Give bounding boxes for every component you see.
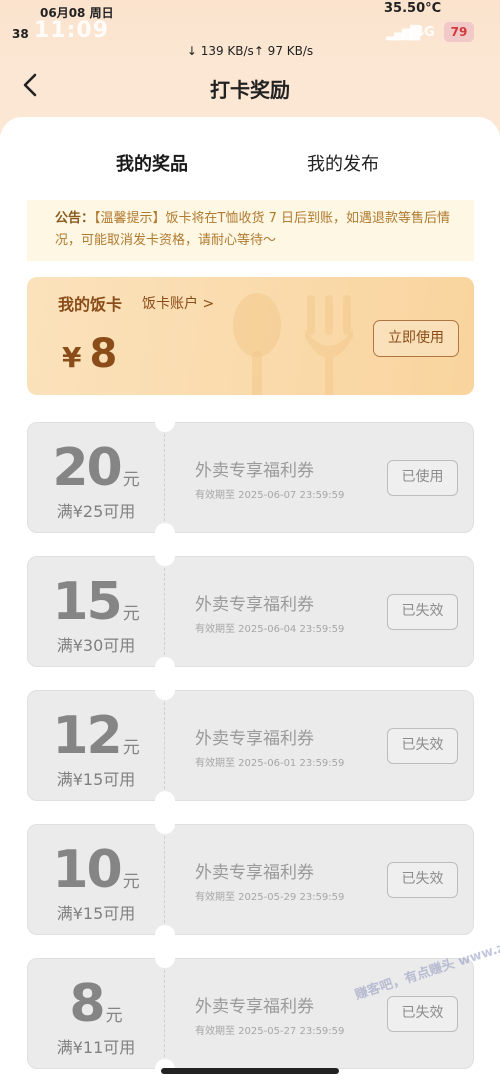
coupon-card: 15 元 满¥30可用 外卖专享福利券 有效期至 2025-06-04 23:59… bbox=[27, 546, 474, 677]
status-network: 4G bbox=[415, 25, 435, 40]
coupon-notch bbox=[155, 791, 175, 811]
coupon-unit: 元 bbox=[122, 738, 140, 758]
coupon-condition: 满¥15可用 bbox=[56, 904, 136, 923]
coupon-value: 12 bbox=[52, 706, 122, 766]
coupon-unit: 元 bbox=[122, 470, 140, 490]
coupon-notch bbox=[155, 523, 175, 543]
use-now-button[interactable]: 立即使用 bbox=[373, 320, 459, 357]
coupon-unit: 元 bbox=[122, 604, 140, 624]
coupon-notch bbox=[155, 925, 175, 945]
notice-text: 【温馨提示】饭卡将在T恤收货 7 日后到账，如遇退款等售后情况，可能取消发卡资格… bbox=[55, 211, 450, 248]
coupon-name: 外卖专享福利券 bbox=[195, 595, 314, 615]
home-indicator[interactable] bbox=[161, 1068, 339, 1074]
coupon-unit: 元 bbox=[105, 1006, 123, 1026]
coupon-notch bbox=[155, 948, 175, 968]
tab-my-publish[interactable]: 我的发布 bbox=[307, 150, 379, 176]
coupon-value: 8 bbox=[69, 974, 105, 1034]
coupon-value: 20 bbox=[52, 438, 122, 498]
status-time: 11:09 bbox=[34, 18, 110, 43]
coupon-expiry: 有效期至 2025-05-29 23:59:59 bbox=[195, 892, 345, 903]
coupon-name: 外卖专享福利券 bbox=[195, 863, 314, 883]
coupon-expiry: 有效期至 2025-06-07 23:59:59 bbox=[195, 490, 345, 501]
coupon-notch bbox=[155, 546, 175, 566]
status-temperature: 35.50°C bbox=[384, 1, 442, 16]
coupon-value: 10 bbox=[52, 840, 122, 900]
coupon-card: 12 元 满¥15可用 外卖专享福利券 有效期至 2025-06-01 23:59… bbox=[27, 680, 474, 811]
meal-card-title: 我的饭卡 bbox=[58, 295, 123, 314]
coupon-status-button[interactable]: 已使用 bbox=[387, 460, 458, 496]
meal-card: 我的饭卡 饭卡账户 > ¥8 立即使用 bbox=[27, 277, 474, 395]
coupon-condition: 满¥30可用 bbox=[56, 636, 136, 655]
coupon-expiry: 有效期至 2025-06-01 23:59:59 bbox=[195, 758, 345, 769]
coupon-card: 20 元 满¥25可用 外卖专享福利券 有效期至 2025-06-07 23:59… bbox=[27, 412, 474, 543]
coupon-condition: 满¥15可用 bbox=[56, 770, 136, 789]
coupon-status-button[interactable]: 已失效 bbox=[387, 862, 458, 898]
coupon-name: 外卖专享福利券 bbox=[195, 729, 314, 749]
coupon-expiry: 有效期至 2025-06-04 23:59:59 bbox=[195, 624, 345, 635]
meal-account-link[interactable]: 饭卡账户 > bbox=[142, 293, 214, 313]
coupon-condition: 满¥11可用 bbox=[56, 1038, 136, 1057]
coupon-notch bbox=[155, 412, 175, 432]
meal-amount: 8 bbox=[89, 331, 118, 377]
notice-banner: 公告：【温馨提示】饭卡将在T恤收货 7 日后到账，如遇退款等售后情况，可能取消发… bbox=[27, 200, 474, 261]
notice-prefix: 公告： bbox=[55, 211, 95, 226]
status-speed: ↓ 139 KB/s↑ 97 KB/s bbox=[186, 44, 314, 58]
battery-icon: 79 bbox=[444, 22, 474, 42]
page-title: 打卡奖励 bbox=[210, 78, 290, 102]
coupon-expiry: 有效期至 2025-05-27 23:59:59 bbox=[195, 1026, 345, 1037]
coupon-value: 15 bbox=[52, 572, 122, 632]
coupon-card: 10 元 满¥15可用 外卖专享福利券 有效期至 2025-05-29 23:59… bbox=[27, 814, 474, 945]
tab-my-prizes[interactable]: 我的奖品 bbox=[114, 150, 190, 179]
status-bar: 06月08 周日 35.50°C 38 11:09 ▂▄▆█ 4G 79 ↓ 1… bbox=[0, 0, 500, 70]
coupon-status-button[interactable]: 已失效 bbox=[387, 728, 458, 764]
coupon-amount: 8元 bbox=[27, 974, 165, 1034]
coupon-name: 外卖专享福利券 bbox=[195, 997, 314, 1017]
coupon-unit: 元 bbox=[122, 872, 140, 892]
coupon-amount: 12 元 bbox=[27, 706, 165, 766]
coupon-amount: 15 元 bbox=[27, 572, 165, 632]
spoon-fork-icon bbox=[233, 293, 353, 395]
signal-icon: ▂▄▆█ bbox=[386, 26, 420, 41]
coupon-status-button[interactable]: 已失效 bbox=[387, 594, 458, 630]
meal-balance: ¥8 bbox=[62, 331, 117, 377]
coupon-condition: 满¥25可用 bbox=[56, 502, 136, 521]
coupon-amount: 10 元 bbox=[27, 840, 165, 900]
coupon-amount: 20 元 bbox=[27, 438, 165, 498]
status-left-number: 38 bbox=[12, 27, 29, 41]
coupon-notch bbox=[155, 680, 175, 700]
meal-currency: ¥ bbox=[62, 341, 82, 374]
coupon-name: 外卖专享福利券 bbox=[195, 461, 314, 481]
coupon-notch bbox=[155, 657, 175, 677]
coupon-status-button[interactable]: 已失效 bbox=[387, 996, 458, 1032]
coupon-notch bbox=[155, 814, 175, 834]
